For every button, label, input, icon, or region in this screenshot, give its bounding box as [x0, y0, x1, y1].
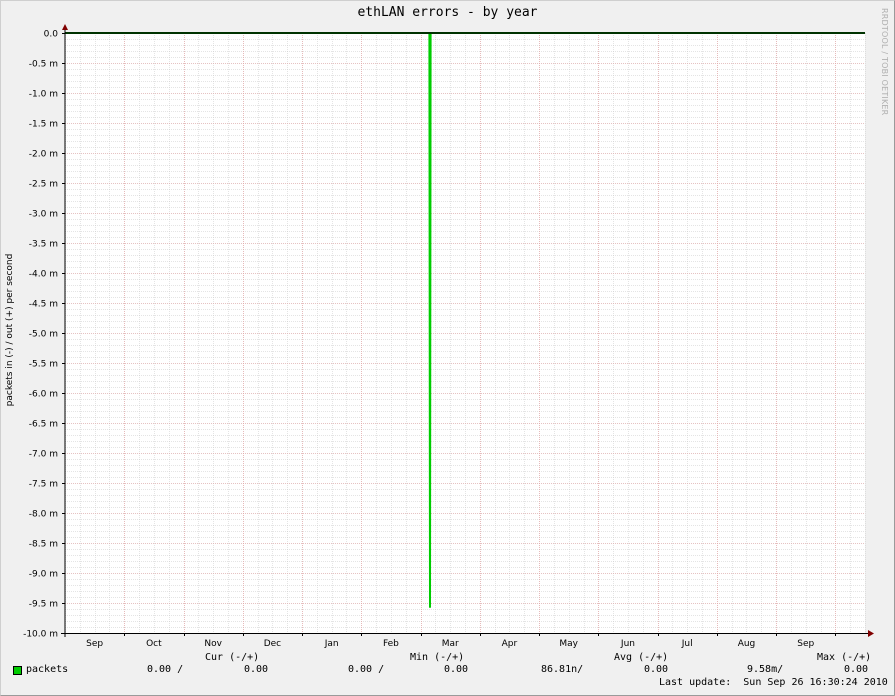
legend-min-in: 0.00 / [348, 664, 385, 675]
x-tick-label: Dec [264, 639, 281, 649]
y-tick-label: -9.0 m [29, 570, 58, 580]
y-tick-label: -1.5 m [29, 120, 58, 130]
legend-min-out: 0.00 [444, 664, 469, 675]
x-tick-label: Jul [681, 639, 693, 649]
y-tick-label: -2.0 m [29, 150, 58, 160]
y-tick-label: 0.0 [44, 30, 59, 40]
y-axis-arrow [62, 24, 68, 30]
legend-header-max: Max (-/+) [817, 652, 872, 663]
y-tick-label: -10.0 m [23, 630, 58, 640]
x-tick-label: Oct [146, 639, 162, 649]
y-tick-label: -5.0 m [29, 330, 58, 340]
y-tick-label: -2.5 m [29, 180, 58, 190]
y-tick-label: -7.5 m [29, 480, 58, 490]
y-tick-label: -0.5 m [29, 60, 58, 70]
x-tick-label: Mar [442, 639, 459, 649]
x-tick-label: Apr [502, 639, 518, 649]
legend-max-in: 9.58m/ [747, 664, 784, 675]
y-tick-label: -9.5 m [29, 600, 58, 610]
legend-max-out: 0.00 [844, 664, 869, 675]
y-tick-label: -3.5 m [29, 240, 58, 250]
legend-header-min: Min (-/+) [410, 652, 465, 663]
x-tick-label: Aug [738, 639, 756, 649]
y-tick-label: -3.0 m [29, 210, 58, 220]
x-tick-label: Nov [204, 639, 222, 649]
x-tick-label: May [559, 639, 578, 649]
x-tick-label: Feb [383, 639, 399, 649]
legend-header-avg: Avg (-/+) [614, 652, 669, 663]
y-tick-label: -4.0 m [29, 270, 58, 280]
y-tick-label: -8.5 m [29, 540, 58, 550]
x-tick-label: Sep [797, 639, 814, 649]
legend-avg-out: 0.00 [644, 664, 669, 675]
x-axis-arrow [868, 630, 874, 637]
x-tick-label: Jan [324, 639, 339, 649]
chart-svg: 0.0 -0.5 m -1.0 m -1.5 m -2.0 m -2.5 m -3.0 m -… [23, 24, 874, 649]
legend-cur-in: 0.00 / [147, 664, 184, 675]
legend-header-cur: Cur (-/+) [205, 652, 260, 663]
y-tick-label: -8.0 m [29, 510, 58, 520]
y-tick-label: -7.0 m [29, 450, 58, 460]
y-tick-label: -6.0 m [29, 390, 58, 400]
y-tick-label: -6.5 m [29, 420, 58, 430]
y-tick-label: -5.5 m [29, 360, 58, 370]
legend-cur-out: 0.00 [244, 664, 269, 675]
x-tick-label: Sep [86, 639, 103, 649]
y-tick-label: -4.5 m [29, 300, 58, 310]
y-tick-labels: 0.0 -0.5 m -1.0 m -1.5 m -2.0 m -2.5 m -3.0 m -… [23, 30, 58, 640]
last-update: Last update: Sun Sep 26 16:30:24 2010 [659, 677, 888, 688]
x-tick-labels: Sep Oct Nov Dec Jan Feb Mar Apr May Jun Jul Aug Sep [86, 639, 814, 649]
legend-swatch-packets [13, 666, 22, 675]
y-tick-label: -1.0 m [29, 90, 58, 100]
x-tick-label: Jun [620, 639, 635, 649]
legend-series-label: packets [26, 664, 69, 675]
plot-area [65, 33, 865, 633]
legend-avg-in: 86.81n/ [541, 664, 584, 675]
